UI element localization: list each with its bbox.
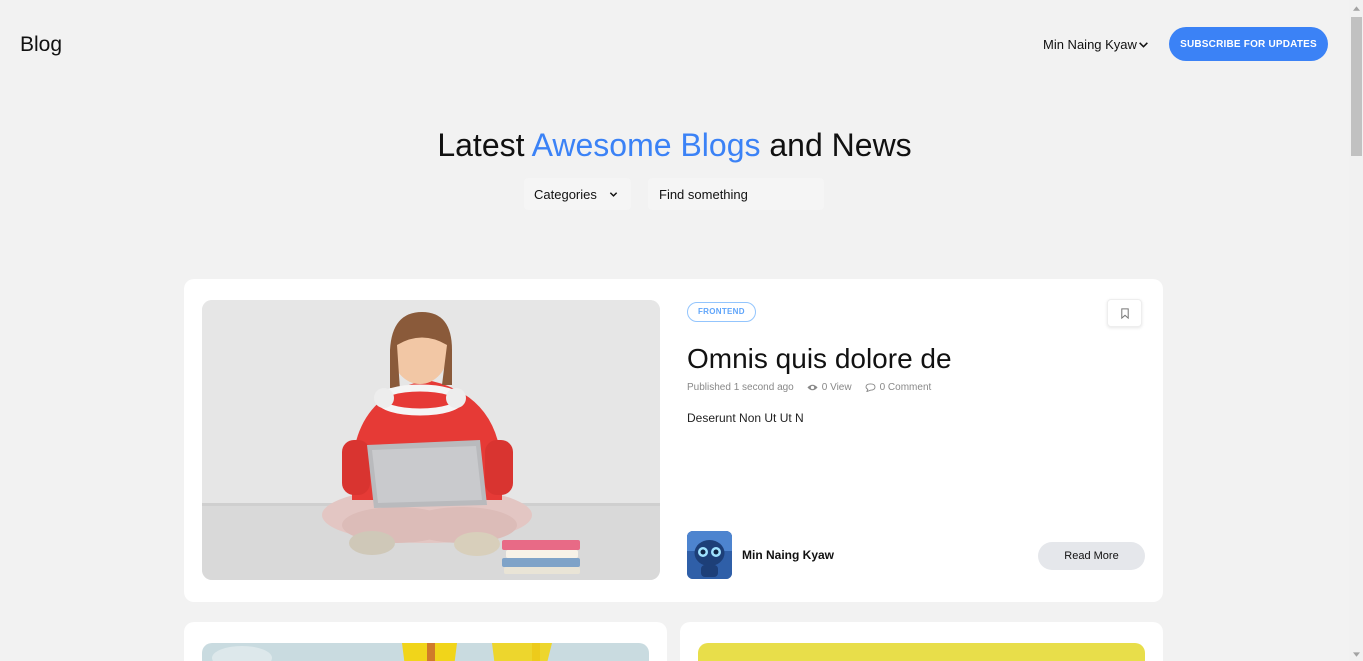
view-count: 0 View (807, 382, 852, 393)
post-thumbnail-photo (698, 643, 1145, 661)
post-meta: Published 1 second ago 0 View 0 Comment (687, 382, 931, 393)
girl-with-laptop-illustration (202, 300, 660, 580)
published-time: Published 1 second ago (687, 382, 794, 393)
categories-label: Categories (534, 186, 597, 202)
title-prefix: Latest (437, 127, 532, 163)
categories-dropdown[interactable]: Categories (524, 178, 631, 210)
post-card[interactable] (680, 622, 1163, 661)
title-accent: Awesome Blogs (531, 127, 761, 163)
subscribe-button[interactable]: SUBSCRIBE FOR UPDATES (1169, 27, 1328, 61)
top-header: Blog Min Naing Kyaw SUBSCRIBE FOR UPDATE… (0, 0, 1349, 88)
post-title[interactable]: Omnis quis dolore de (687, 343, 952, 375)
robot-avatar-image (687, 531, 732, 579)
page-title: Latest Awesome Blogs and News (0, 127, 1349, 164)
comment-count-label: 0 Comment (879, 382, 932, 393)
scrollbar-thumb[interactable] (1351, 17, 1362, 156)
post-thumbnail-photo (202, 643, 649, 661)
view-count-label: 0 View (821, 382, 852, 393)
scroll-down-icon (1352, 651, 1360, 657)
user-menu[interactable]: Min Naing Kyaw (1043, 37, 1149, 52)
user-menu-label: Min Naing Kyaw (1043, 37, 1137, 52)
author-name[interactable]: Min Naing Kyaw (742, 548, 834, 562)
post-card[interactable] (184, 622, 667, 661)
read-more-button[interactable]: Read More (1038, 542, 1145, 570)
brand-logo[interactable]: Blog (20, 33, 62, 57)
bookmark-icon (1120, 307, 1129, 319)
featured-post-image[interactable] (202, 300, 660, 580)
post-card-image (202, 643, 649, 661)
post-excerpt: Deserunt Non Ut Ut N (687, 411, 804, 425)
chevron-down-icon (609, 192, 618, 197)
featured-post-card: FRONTEND Omnis quis dolore de Published … (184, 279, 1163, 602)
scroll-up-arrow[interactable] (1349, 1, 1363, 15)
scroll-up-icon (1352, 5, 1360, 11)
chevron-down-icon (1139, 42, 1148, 48)
post-card-image (698, 643, 1145, 661)
search-input[interactable] (648, 178, 824, 210)
bookmark-button[interactable] (1107, 299, 1142, 327)
avatar[interactable] (687, 531, 732, 579)
title-suffix: and News (760, 127, 912, 163)
comment-icon (865, 383, 876, 392)
comment-count: 0 Comment (865, 382, 932, 393)
eye-icon (807, 384, 818, 391)
scroll-down-arrow[interactable] (1349, 647, 1363, 661)
category-tag[interactable]: FRONTEND (687, 302, 756, 322)
